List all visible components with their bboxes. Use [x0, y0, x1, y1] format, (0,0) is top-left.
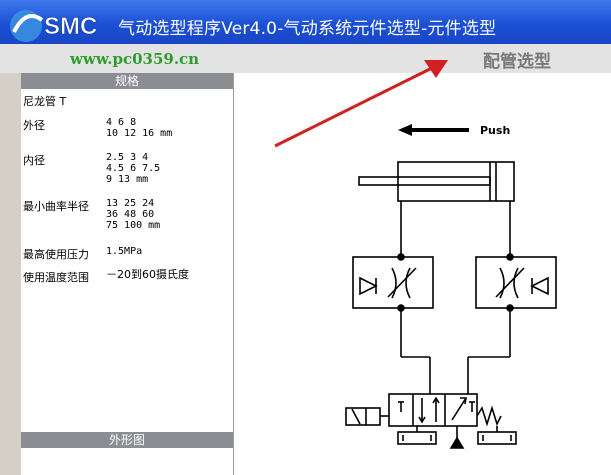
- spec-label: 外径: [23, 119, 45, 132]
- cylinder-rod: [358, 176, 491, 186]
- check-valve-left: [359, 276, 378, 296]
- spec-label: 最高使用压力: [23, 248, 89, 261]
- junction-dot: [397, 253, 405, 261]
- supply-triangle: [449, 436, 465, 449]
- spec-value: 1.5MPa: [106, 246, 143, 257]
- spec-value: 36 48 60: [106, 209, 155, 220]
- spec-label: 使用温度范围: [23, 271, 89, 284]
- check-valve-right: [530, 276, 549, 296]
- spec-value: 75 100 mm: [106, 220, 161, 231]
- spec-value: －20到60摄氏度: [106, 268, 189, 281]
- spec-value: 4.5 6 7.5: [106, 163, 161, 174]
- watermark-url: www.pc0359.cn: [70, 50, 200, 68]
- spec-header: 规格: [21, 73, 233, 89]
- spec-value: 2.5 3 4: [106, 152, 149, 163]
- spec-value: 4 6 8: [106, 117, 137, 128]
- window-title: 气动选型程序Ver4.0-气动系统元件选型-元件选型: [118, 19, 497, 39]
- smc-logo: SMC: [10, 10, 98, 42]
- junction-dot: [506, 253, 514, 261]
- outline-header: 外形图: [21, 432, 233, 448]
- adjust-arrow-left: [387, 267, 417, 298]
- spec-label: 内径: [23, 154, 45, 167]
- push-arrow-head: [398, 124, 412, 136]
- solenoid: [345, 407, 381, 426]
- spec-panel: 规格 尼龙管 T 外径 4 6 8 10 12 16 mm 内径 2.5 3 4…: [21, 73, 234, 475]
- logo-text: SMC: [44, 13, 97, 40]
- throttle-left-a: [391, 267, 397, 299]
- pneumatic-diagram: [234, 73, 611, 475]
- flow-controller-right: [475, 256, 557, 309]
- push-label: Push: [480, 124, 511, 137]
- throttle-left-b: [405, 267, 411, 299]
- throttle-right-a: [499, 267, 505, 299]
- section-title: 配管选型: [483, 52, 551, 72]
- return-spring: [476, 405, 502, 427]
- throttle-right-b: [513, 267, 519, 299]
- spec-value: 13 25 24: [106, 198, 155, 209]
- material-label: 尼龙管 T: [23, 95, 67, 108]
- left-scroll-edge: [0, 73, 22, 475]
- spec-value: 10 12 16 mm: [106, 128, 173, 139]
- spec-value: 9 13 mm: [106, 174, 149, 185]
- adjust-arrow-right: [495, 267, 525, 298]
- flow-controller-left: [352, 256, 434, 309]
- spec-label: 最小曲率半径: [23, 200, 89, 213]
